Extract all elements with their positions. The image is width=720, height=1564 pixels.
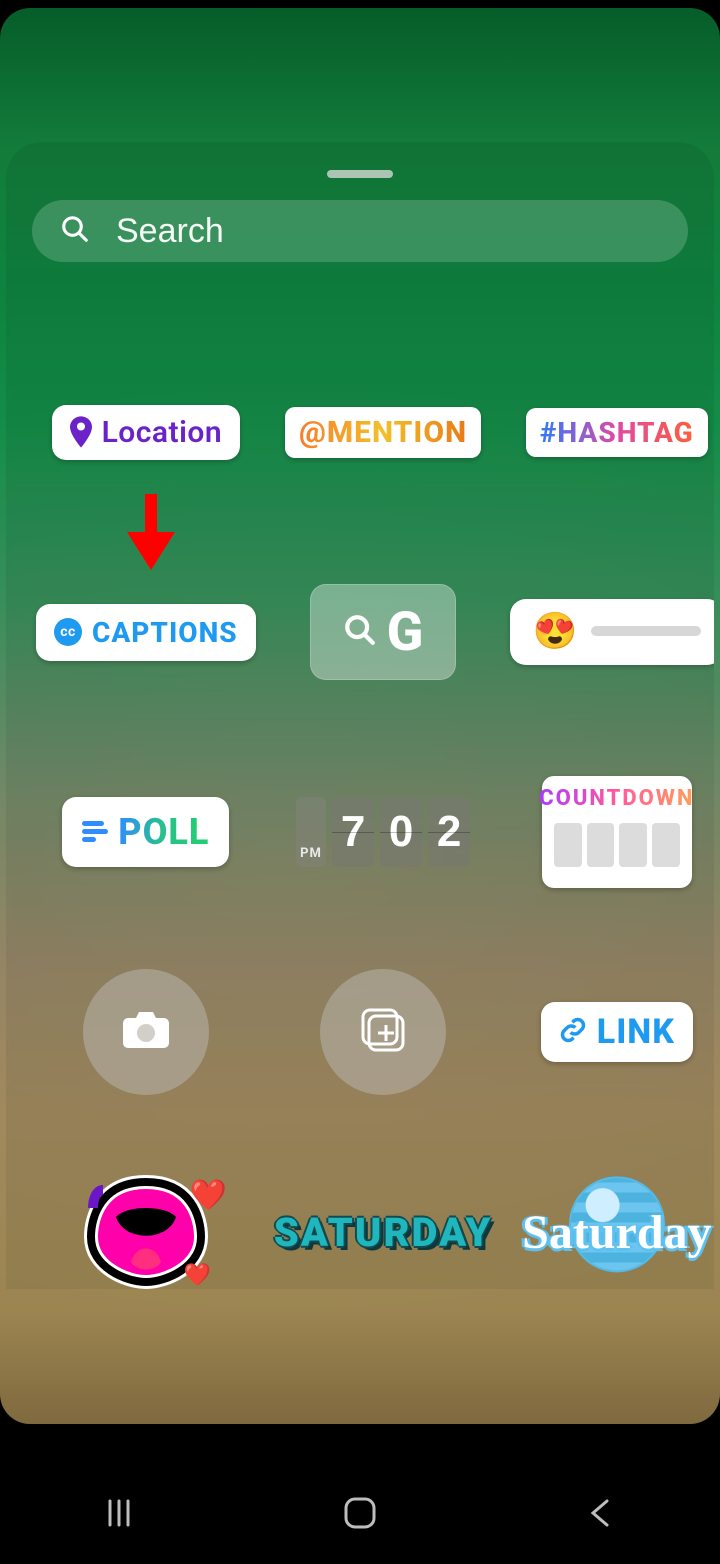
hashtag-label: #HASHTAG: [540, 416, 694, 449]
location-pin-icon: [70, 415, 92, 449]
gif-letter: G: [387, 601, 424, 664]
time-hour: 7: [332, 797, 374, 867]
camera-icon: [121, 1008, 171, 1056]
sticker-drawer: Location @MENTION #HASHTAG cc CAPTIONS: [6, 142, 714, 1289]
time-ampm: PM: [296, 797, 326, 867]
drawer-drag-handle[interactable]: [327, 170, 393, 178]
sticker-search-bar[interactable]: [32, 200, 688, 262]
poll-bars-icon: [82, 821, 108, 843]
sticker-poll[interactable]: POLL: [62, 797, 229, 867]
sticker-grid: Location @MENTION #HASHTAG cc CAPTIONS: [36, 332, 684, 1289]
sticker-gallery-add[interactable]: [320, 969, 446, 1095]
sticker-captions[interactable]: cc CAPTIONS: [36, 604, 256, 661]
sticker-anim-mouth[interactable]: ❤️ ❤️: [71, 1172, 221, 1289]
back-button[interactable]: [583, 1495, 619, 1535]
captions-label: CAPTIONS: [92, 616, 238, 649]
link-icon: [559, 1016, 587, 1048]
sticker-search-input[interactable]: [116, 212, 660, 251]
home-button[interactable]: [340, 1493, 380, 1537]
gallery-add-icon: [356, 1003, 410, 1061]
countdown-boxes: [554, 823, 680, 867]
sticker-location[interactable]: Location: [52, 405, 241, 460]
link-label: LINK: [597, 1012, 675, 1052]
heart-icon: ❤️: [183, 1263, 210, 1288]
poll-label: POLL: [118, 811, 209, 853]
sticker-hashtag[interactable]: #HASHTAG: [526, 408, 708, 457]
gif-search-icon: [343, 613, 377, 651]
sticker-link[interactable]: LINK: [541, 1002, 693, 1062]
recents-button[interactable]: [101, 1495, 137, 1535]
sticker-camera[interactable]: [83, 969, 209, 1095]
slider-track: [591, 626, 701, 636]
sticker-mention[interactable]: @MENTION: [285, 407, 481, 458]
sticker-time[interactable]: PM 7 0 2: [296, 797, 470, 867]
time-minute-ones: 2: [428, 797, 470, 867]
sticker-gif[interactable]: G: [310, 584, 456, 680]
system-nav-area: [0, 1424, 720, 1564]
heart-eyes-emoji-icon: 😍: [532, 613, 577, 649]
search-icon: [60, 214, 90, 248]
sticker-day-script[interactable]: Saturday: [522, 1205, 711, 1260]
mention-label: @MENTION: [299, 415, 467, 450]
cc-icon: cc: [54, 618, 82, 646]
location-label: Location: [102, 415, 223, 450]
sticker-emoji-slider[interactable]: 😍: [510, 599, 714, 665]
sticker-day-outline[interactable]: SATURDAY: [274, 1209, 493, 1256]
sticker-countdown[interactable]: COUNTDOWN: [542, 776, 692, 888]
heart-icon: ❤️: [189, 1178, 226, 1213]
countdown-label: COUNTDOWN: [539, 786, 694, 811]
time-minute-tens: 0: [380, 797, 422, 867]
